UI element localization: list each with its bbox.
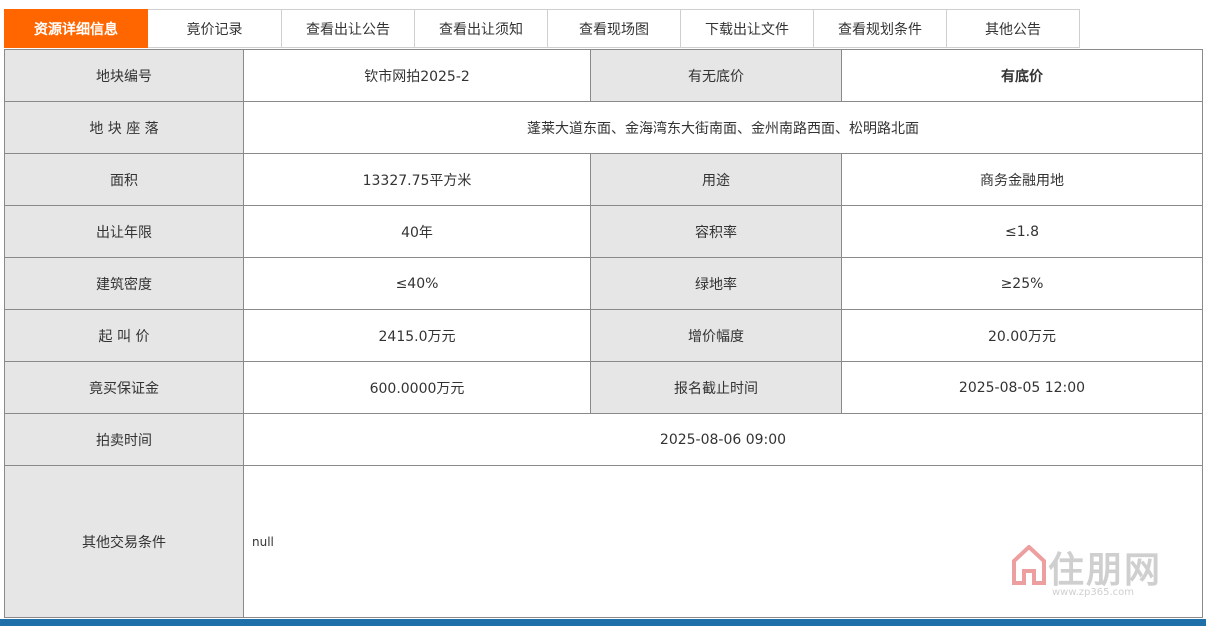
label-term: 出让年限 [4, 205, 244, 258]
tab-bid-records[interactable]: 竟价记录 [148, 9, 282, 48]
detail-table: 地块编号 钦市网拍2025-2 有无底价 有底价 地 块 座 落 蓬莱大道东面、… [4, 49, 1203, 618]
label-auction-time: 拍卖时间 [4, 413, 244, 466]
label-registration-deadline: 报名截止时间 [590, 361, 842, 414]
value-area: 13327.75平方米 [243, 153, 591, 206]
value-parcel-number: 钦市网拍2025-2 [243, 49, 591, 102]
label-plot-ratio: 容积率 [590, 205, 842, 258]
table-row: 面积 13327.75平方米 用途 商务金融用地 [4, 153, 1203, 206]
value-deposit: 600.0000万元 [243, 361, 591, 414]
value-location: 蓬莱大道东面、金海湾东大街南面、金州南路西面、松明路北面 [243, 101, 1203, 154]
value-usage: 商务金融用地 [841, 153, 1203, 206]
table-row: 建筑密度 ≤40% 绿地率 ≥25% [4, 257, 1203, 310]
tab-download-files[interactable]: 下载出让文件 [681, 9, 814, 48]
value-registration-deadline: 2025-08-05 12:00 [841, 361, 1203, 414]
house-icon [1012, 545, 1046, 585]
tab-other-announcements[interactable]: 其他公告 [947, 9, 1080, 48]
table-row: 竟买保证金 600.0000万元 报名截止时间 2025-08-05 12:00 [4, 361, 1203, 414]
footer-bar [0, 619, 1206, 626]
label-building-density: 建筑密度 [4, 257, 244, 310]
value-green-ratio: ≥25% [841, 257, 1203, 310]
table-row: 出让年限 40年 容积率 ≤1.8 [4, 205, 1203, 258]
tab-planning-conditions[interactable]: 查看规划条件 [814, 9, 947, 48]
label-other-conditions: 其他交易条件 [4, 465, 244, 618]
value-plot-ratio: ≤1.8 [841, 205, 1203, 258]
label-reserve-price: 有无底价 [590, 49, 842, 102]
value-increment: 20.00万元 [841, 309, 1203, 362]
detail-table-wrapper: 地块编号 钦市网拍2025-2 有无底价 有底价 地 块 座 落 蓬莱大道东面、… [4, 49, 1203, 619]
tab-transfer-announcement[interactable]: 查看出让公告 [282, 9, 415, 48]
watermark-brand: 住朋网 [1048, 550, 1163, 591]
value-reserve-price: 有底价 [841, 49, 1203, 102]
tab-site-photos[interactable]: 查看现场图 [548, 9, 681, 48]
table-row: 起 叫 价 2415.0万元 增价幅度 20.00万元 [4, 309, 1203, 362]
label-increment: 增价幅度 [590, 309, 842, 362]
value-starting-price: 2415.0万元 [243, 309, 591, 362]
label-usage: 用途 [590, 153, 842, 206]
table-row: 拍卖时间 2025-08-06 09:00 [4, 413, 1203, 466]
label-starting-price: 起 叫 价 [4, 309, 244, 362]
label-deposit: 竟买保证金 [4, 361, 244, 414]
table-row: 地块编号 钦市网拍2025-2 有无底价 有底价 [4, 49, 1203, 102]
tab-transfer-notice[interactable]: 查看出让须知 [415, 9, 548, 48]
label-green-ratio: 绿地率 [590, 257, 842, 310]
value-building-density: ≤40% [243, 257, 591, 310]
watermark-logo: 住朋网 www.zp365.com [1012, 541, 1168, 605]
tab-resource-details[interactable]: 资源详细信息 [4, 9, 148, 48]
table-row: 地 块 座 落 蓬莱大道东面、金海湾东大街南面、金州南路西面、松明路北面 [4, 101, 1203, 154]
label-area: 面积 [4, 153, 244, 206]
label-parcel-number: 地块编号 [4, 49, 244, 102]
value-auction-time: 2025-08-06 09:00 [243, 413, 1203, 466]
watermark-site: www.zp365.com [1052, 587, 1135, 598]
value-term: 40年 [243, 205, 591, 258]
label-location: 地 块 座 落 [4, 101, 244, 154]
tab-bar: 资源详细信息 竟价记录 查看出让公告 查看出让须知 查看现场图 下载出让文件 查… [4, 9, 1080, 48]
